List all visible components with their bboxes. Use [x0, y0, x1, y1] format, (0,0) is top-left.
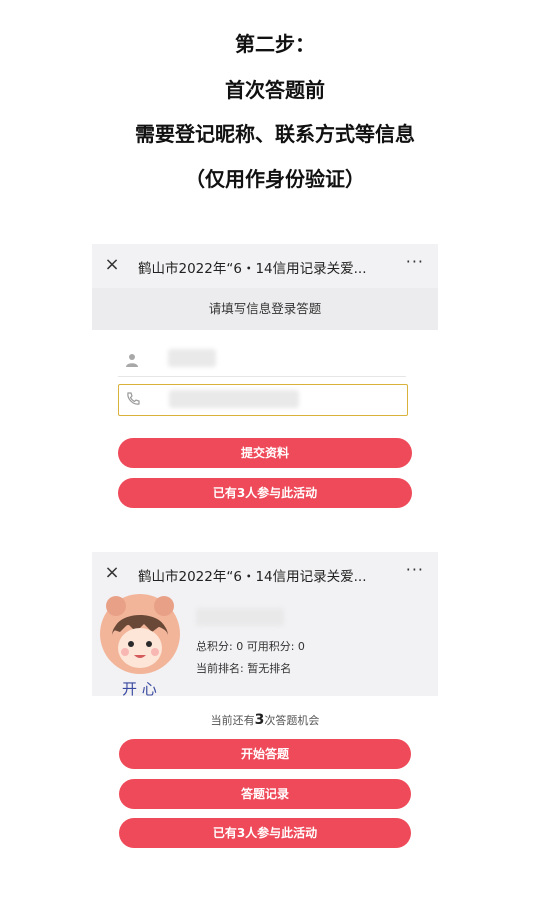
heading-line-4: （仅用作身份验证）: [185, 167, 365, 191]
nickname-field[interactable]: [118, 346, 406, 377]
remaining-suffix: 次答题机会: [264, 714, 320, 727]
avatar-sticker: [100, 594, 180, 674]
phone-icon: [127, 392, 140, 405]
blurred-nickname: [196, 608, 284, 626]
avatar-caption: 开 心: [122, 680, 157, 698]
profile-screen: × 鹤山市2022年“6・14信用记录关爱... ··· 总积分: 0 可用积分…: [92, 552, 438, 852]
participants-button[interactable]: 已有3人参与此活动: [118, 478, 412, 508]
quiz-records-button[interactable]: 答题记录: [119, 779, 411, 809]
heading-line-3: 需要登记昵称、联系方式等信息: [135, 122, 415, 146]
blurred-phone: [169, 390, 299, 408]
participants-button[interactable]: 已有3人参与此活动: [119, 818, 411, 848]
rank-text: 当前排名: 暂无排名: [196, 662, 292, 675]
user-icon: [126, 354, 138, 367]
page-title: 鹤山市2022年“6・14信用记录关爱...: [138, 261, 367, 277]
points-text: 总积分: 0 可用积分: 0: [196, 640, 305, 653]
blurred-nickname: [168, 349, 216, 367]
close-icon[interactable]: ×: [102, 562, 122, 583]
step-heading: 第二步：: [235, 32, 315, 56]
more-icon[interactable]: ···: [406, 560, 424, 579]
form-subtitle: 请填写信息登录答题: [92, 288, 438, 330]
phone-field[interactable]: [118, 384, 408, 416]
remaining-chances: 当前还有3次答题机会: [92, 712, 438, 728]
login-screen: × 鹤山市2022年“6・14信用记录关爱... ··· 请填写信息登录答题 提…: [92, 244, 438, 519]
remaining-count: 3: [254, 712, 265, 728]
remaining-prefix: 当前还有: [210, 714, 255, 727]
page-title: 鹤山市2022年“6・14信用记录关爱...: [138, 569, 367, 585]
start-quiz-button[interactable]: 开始答题: [119, 739, 411, 769]
submit-button[interactable]: 提交资料: [118, 438, 412, 468]
close-icon[interactable]: ×: [102, 254, 122, 275]
heading-line-2: 首次答题前: [225, 78, 325, 102]
top-bar: × 鹤山市2022年“6・14信用记录关爱... ···: [92, 244, 438, 288]
more-icon[interactable]: ···: [406, 252, 424, 271]
